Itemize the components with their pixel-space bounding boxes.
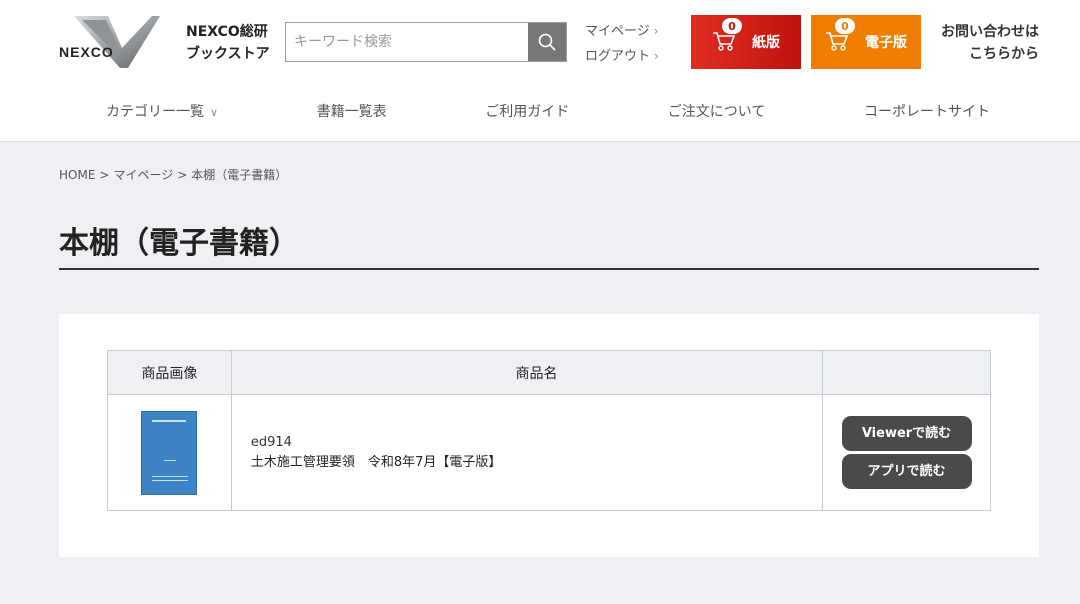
mypage-link-label: マイページ [585,24,650,39]
logout-link-label: ログアウト [585,49,651,64]
mypage-link[interactable]: マイページ › [585,19,659,44]
product-name-cell: ed914 土木施工管理要領 令和8年7月【電子版】 [230,394,824,511]
cart-icon: 0 [825,18,855,54]
store-name[interactable]: NEXCO総研 ブックストア [186,21,270,65]
store-name-line2: ブックストア [186,46,270,62]
cart-ebook-count: 0 [835,18,855,34]
column-header-actions [822,350,991,395]
nav-item-label: ご利用ガイド [485,104,570,120]
cart-paper-count: 0 [722,18,742,34]
breadcrumb-separator: > [177,168,188,182]
search-box [285,22,567,62]
store-name-line1: NEXCO総研 [186,24,268,40]
read-in-app-button[interactable]: アプリで読む [841,454,972,489]
table-row: ed914 土木施工管理要領 令和8年7月【電子版】 Viewerで読む アプリ… [107,394,991,511]
nav-item-categories[interactable]: カテゴリー一覧 ∨ [58,96,266,128]
logout-link[interactable]: ログアウト › [585,44,659,69]
chevron-right-icon: › [654,49,659,63]
main-nav: カテゴリー一覧 ∨ 書籍一覧表 ご利用ガイド ご注文について コーポレートサイト [58,96,1038,128]
table-header-row: 商品画像 商品名 [107,350,991,395]
account-links: マイページ › ログアウト › [585,19,659,69]
nexco-logo[interactable]: NEXCO [56,14,162,70]
column-header-image: 商品画像 [107,350,232,395]
cart-paper-button[interactable]: 0 紙版 [691,15,801,69]
page-title: 本棚（電子書籍） [59,226,299,261]
column-header-name: 商品名 [230,350,824,395]
search-button[interactable] [528,23,566,61]
chevron-down-icon: ∨ [210,106,219,119]
contact-link[interactable]: お問い合わせは こちらから [941,21,1039,65]
search-input[interactable] [286,23,528,61]
bookshelf-table: 商品画像 商品名 ed914 土木施工管理要領 令和8年7月【電子版】 View… [107,350,991,511]
nav-item-guide[interactable]: ご利用ガイド [437,96,617,128]
breadcrumb-home[interactable]: HOME [59,168,95,182]
product-title: 土木施工管理要領 令和8年7月【電子版】 [250,454,502,470]
cart-ebook-label: 電子版 [865,35,907,51]
cart-ebook-button[interactable]: 0 電子版 [811,15,921,69]
logo-text: NEXCO [59,44,114,60]
product-actions-cell: Viewerで読む アプリで読む [822,394,991,511]
contact-line2: こちらから [969,46,1039,62]
nav-item-label: 書籍一覧表 [316,104,387,120]
title-divider [59,268,1039,270]
breadcrumb-current: 本棚（電子書籍） [191,168,288,182]
nav-item-label: カテゴリー一覧 [106,104,204,120]
nexco-logo-mark [74,16,160,68]
cart-icon: 0 [712,18,742,54]
cart-paper-label: 紙版 [752,35,780,51]
nav-item-label: コーポレートサイト [863,104,990,120]
product-code: ed914 [250,434,292,450]
contact-line1: お問い合わせは [941,24,1039,40]
search-icon [538,33,556,51]
chevron-right-icon: › [653,24,659,38]
site-header: NEXCO NEXCO総研 ブックストア マイページ› ログアウト› 0 紙版 [0,0,1080,142]
breadcrumb-mypage[interactable]: マイページ [113,168,173,182]
nav-item-orders[interactable]: ご注文について [620,96,814,128]
breadcrumb-separator: > [99,168,110,182]
breadcrumb: HOME > マイページ > 本棚（電子書籍） [59,166,287,183]
nav-item-book-list[interactable]: 書籍一覧表 [269,96,435,128]
nav-item-corporate[interactable]: コーポレートサイト [816,96,1038,128]
product-image-cell [107,394,232,511]
nav-item-label: ご注文について [667,104,766,120]
bookshelf-panel: 商品画像 商品名 ed914 土木施工管理要領 令和8年7月【電子版】 View… [59,314,1039,557]
book-cover-thumbnail[interactable] [141,410,198,495]
read-in-viewer-button[interactable]: Viewerで読む [841,416,972,451]
